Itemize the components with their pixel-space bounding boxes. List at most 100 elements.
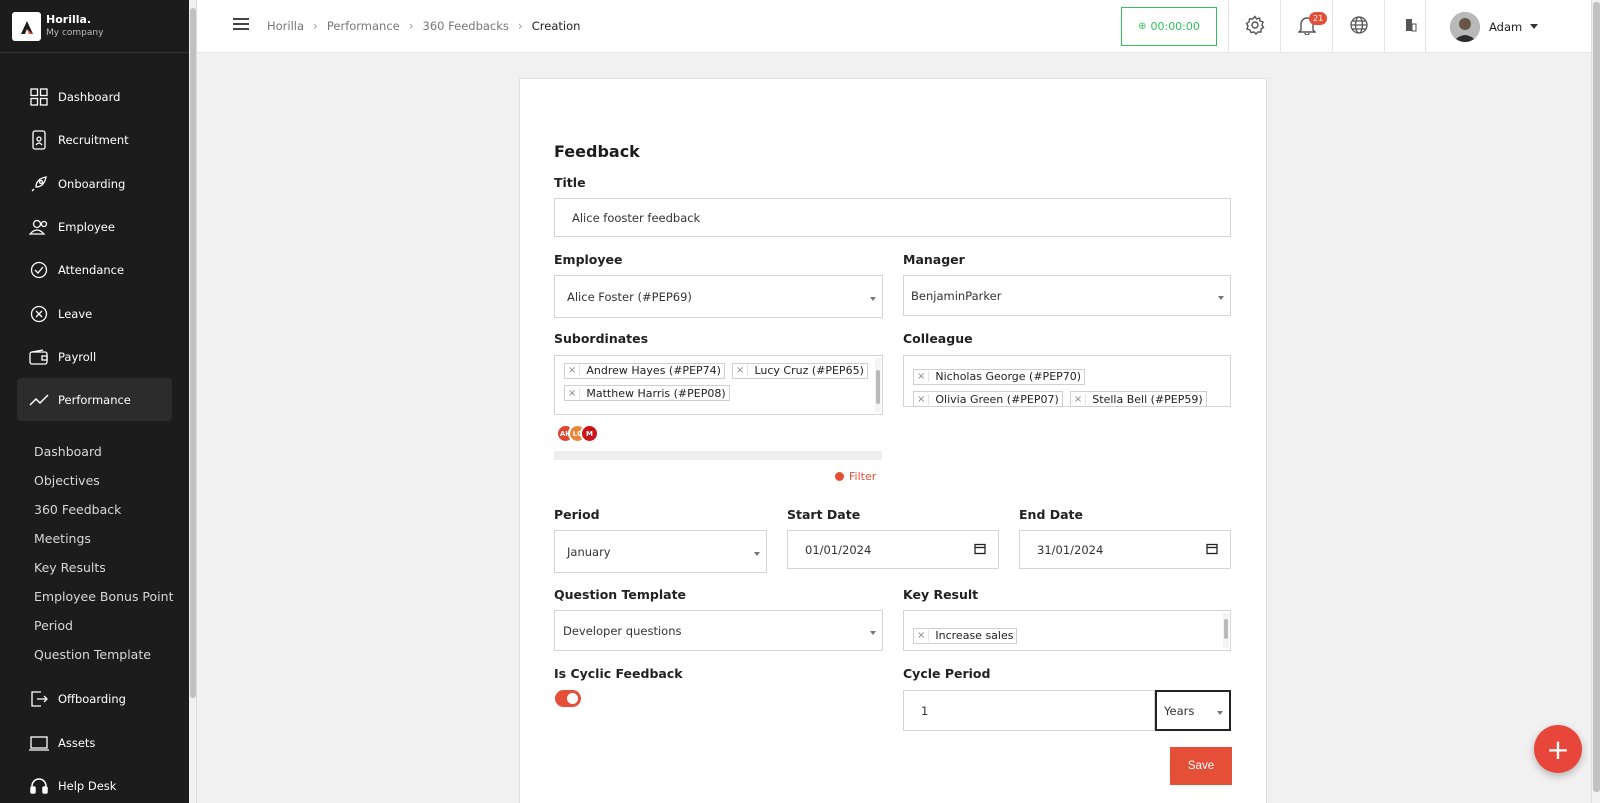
sidebar-item-label: Help Desk bbox=[58, 778, 117, 793]
language-button[interactable] bbox=[1332, 0, 1384, 53]
brand-company: My company bbox=[46, 28, 104, 38]
sidebar-scrollbar-thumb[interactable] bbox=[190, 8, 196, 698]
subordinates-select[interactable]: × Andrew Hayes (#PEP74) × Lucy Cruz (#PEP6… bbox=[554, 355, 883, 415]
sub-item-employee-bonus-point[interactable]: Employee Bonus Point bbox=[34, 589, 173, 604]
sidebar-item-offboarding[interactable]: Offboarding bbox=[17, 677, 172, 720]
notifications-button[interactable]: 21 bbox=[1280, 0, 1332, 53]
recruitment-icon bbox=[29, 129, 49, 150]
subordinate-chip[interactable]: × Matthew Harris (#PEP08) bbox=[564, 385, 730, 401]
sub-item-period[interactable]: Period bbox=[34, 618, 73, 633]
remove-icon[interactable]: × bbox=[1074, 393, 1087, 405]
brand[interactable]: Horilla. My company bbox=[0, 0, 189, 53]
x-circle-icon bbox=[29, 304, 49, 324]
sidebar-item-label: Offboarding bbox=[58, 691, 126, 706]
page-scrollbar-thumb[interactable] bbox=[1593, 2, 1600, 792]
sub-item-key-results[interactable]: Key Results bbox=[34, 560, 106, 575]
sidebar-item-recruitment[interactable]: Recruitment bbox=[17, 118, 172, 161]
key-result-chip[interactable]: × Increase sales bbox=[913, 627, 1018, 644]
headset-icon bbox=[29, 776, 49, 796]
start-date-input[interactable]: 01/01/2024 bbox=[787, 530, 999, 569]
remove-icon[interactable]: × bbox=[568, 365, 581, 376]
colleague-chip[interactable]: × Olivia Green (#PEP07) bbox=[913, 391, 1063, 407]
chip-label: Andrew Hayes (#PEP74) bbox=[586, 364, 721, 377]
toggle-knob bbox=[567, 693, 578, 704]
sidebar-scrollbar[interactable] bbox=[189, 0, 197, 803]
remove-icon[interactable]: × bbox=[917, 371, 930, 382]
sidebar-item-attendance[interactable]: Attendance bbox=[17, 248, 172, 291]
start-date-value: 01/01/2024 bbox=[805, 542, 872, 557]
sub-item-question-template[interactable]: Question Template bbox=[34, 647, 151, 662]
sidebar-item-leave[interactable]: Leave bbox=[17, 292, 172, 335]
manager-select[interactable]: BenjaminParker bbox=[903, 275, 1231, 316]
end-date-input[interactable]: 31/01/2024 bbox=[1019, 530, 1231, 569]
start-date-label: Start Date bbox=[787, 507, 861, 522]
chip-label: Lucy Cruz (#PEP65) bbox=[754, 364, 864, 377]
globe-icon bbox=[1349, 15, 1369, 39]
sub-item-dashboard[interactable]: Dashboard bbox=[34, 444, 102, 459]
colleague-chip[interactable]: × Stella Bell (#PEP59) bbox=[1069, 391, 1207, 407]
colleague-select[interactable]: × Nicholas George (#PEP70) × Olivia Green … bbox=[903, 355, 1231, 407]
key-result-label: Key Result bbox=[903, 587, 979, 602]
sidebar-item-performance[interactable]: Performance bbox=[17, 378, 172, 421]
filter-button[interactable]: Filter bbox=[835, 470, 876, 483]
cycle-period-label: Cycle Period bbox=[903, 666, 991, 681]
period-select[interactable]: January bbox=[554, 530, 767, 573]
user-name: Adam bbox=[1489, 19, 1523, 34]
horilla-logo-icon bbox=[12, 12, 41, 41]
page-scrollbar[interactable] bbox=[1591, 0, 1600, 803]
sidebar-item-employee[interactable]: Employee bbox=[17, 205, 172, 248]
avatar: M bbox=[580, 424, 599, 443]
sidebar-item-assets[interactable]: Assets bbox=[17, 721, 172, 764]
sub-item-360-feedback[interactable]: 360 Feedback bbox=[34, 502, 121, 517]
remove-icon[interactable]: × bbox=[736, 365, 749, 376]
sidebar-item-onboarding[interactable]: Onboarding bbox=[17, 162, 172, 205]
cycle-unit-select[interactable]: Years bbox=[1155, 690, 1231, 731]
menu-icon[interactable] bbox=[233, 18, 249, 32]
wallet-icon bbox=[29, 347, 49, 367]
key-result-scrollbar[interactable] bbox=[1223, 613, 1229, 648]
remove-icon[interactable]: × bbox=[917, 393, 930, 405]
calendar-icon[interactable] bbox=[974, 542, 986, 557]
rocket-icon bbox=[29, 174, 49, 194]
title-label: Title bbox=[554, 175, 586, 190]
chip-label: Matthew Harris (#PEP08) bbox=[586, 386, 726, 400]
sidebar-item-payroll[interactable]: Payroll bbox=[17, 335, 172, 378]
sub-item-meetings[interactable]: Meetings bbox=[34, 531, 91, 546]
employee-value: Alice Foster (#PEP69) bbox=[567, 289, 692, 304]
chevron-down-icon bbox=[870, 296, 876, 301]
cycle-period-input[interactable]: 1 bbox=[903, 690, 1155, 731]
breadcrumb-item[interactable]: Horilla bbox=[267, 19, 304, 33]
sidebar-item-label: Attendance bbox=[58, 262, 125, 277]
subordinate-avatars: AH LC M bbox=[556, 424, 599, 443]
user-menu[interactable]: Adam bbox=[1425, 0, 1591, 53]
clock-in-button[interactable]: ⊕ 00:00:00 bbox=[1121, 7, 1217, 46]
subordinate-chip[interactable]: × Lucy Cruz (#PEP65) bbox=[732, 362, 868, 379]
save-button[interactable]: Save bbox=[1170, 747, 1232, 785]
title-input[interactable]: Alice fooster feedback bbox=[554, 198, 1231, 237]
users-icon bbox=[29, 217, 49, 237]
key-result-select[interactable]: × Increase sales bbox=[903, 610, 1231, 651]
cyclic-toggle[interactable] bbox=[555, 690, 581, 707]
chip-label: Increase sales bbox=[935, 629, 1014, 642]
horizontal-scrollbar[interactable] bbox=[554, 451, 882, 460]
sidebar-item-dashboard[interactable]: Dashboard bbox=[17, 75, 172, 118]
settings-button[interactable] bbox=[1228, 0, 1280, 53]
avatar bbox=[1450, 11, 1480, 42]
colleague-chip[interactable]: × Nicholas George (#PEP70) bbox=[913, 368, 1086, 385]
add-button[interactable]: + bbox=[1534, 725, 1582, 773]
title-value: Alice fooster feedback bbox=[572, 210, 701, 225]
employee-select[interactable]: Alice Foster (#PEP69) bbox=[554, 275, 883, 318]
calendar-icon[interactable] bbox=[1206, 542, 1218, 557]
remove-icon[interactable]: × bbox=[568, 387, 581, 399]
sub-item-objectives[interactable]: Objectives bbox=[34, 473, 100, 488]
breadcrumb-item[interactable]: Performance bbox=[327, 19, 400, 33]
manager-value: BenjaminParker bbox=[911, 288, 1002, 303]
breadcrumb-item[interactable]: 360 Feedbacks bbox=[423, 19, 509, 33]
subordinates-scrollbar[interactable] bbox=[875, 358, 881, 412]
period-value: January bbox=[567, 544, 611, 559]
sidebar-item-help-desk[interactable]: Help Desk bbox=[17, 764, 172, 803]
check-circle-icon bbox=[29, 260, 49, 280]
subordinate-chip[interactable]: × Andrew Hayes (#PEP74) bbox=[564, 362, 725, 379]
question-template-select[interactable]: Developer questions bbox=[554, 610, 883, 651]
remove-icon[interactable]: × bbox=[917, 630, 930, 641]
